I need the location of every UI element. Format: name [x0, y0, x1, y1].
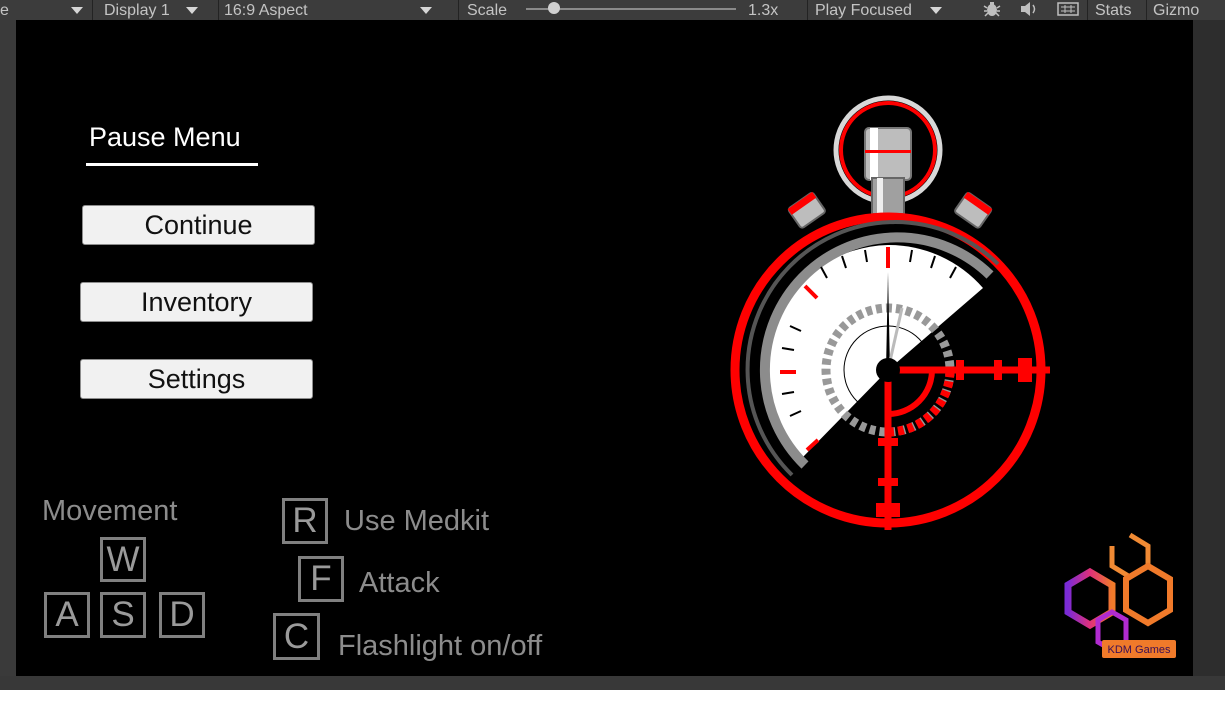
play-mode-dropdown[interactable]: Play Focused	[815, 0, 942, 20]
keyboard-icon[interactable]	[1056, 0, 1080, 18]
key-c: C	[273, 613, 320, 660]
pause-menu-title: Pause Menu	[86, 122, 258, 166]
stopwatch-icon	[730, 95, 1050, 530]
audio-icon[interactable]	[1018, 0, 1040, 18]
inventory-button[interactable]: Inventory	[80, 282, 313, 322]
gizmos-button[interactable]: Gizmo	[1153, 0, 1199, 20]
scale-value: 1.3x	[748, 1, 779, 19]
toolbar-divider	[218, 0, 219, 20]
toolbar-divider	[92, 0, 93, 20]
key-f: F	[298, 556, 344, 602]
caret-down-icon	[419, 6, 432, 14]
display-label: Display 1	[104, 1, 170, 19]
key-r: R	[282, 498, 328, 544]
game-tab-label: e	[0, 1, 9, 19]
continue-button[interactable]: Continue	[82, 205, 315, 245]
play-mode-label: Play Focused	[815, 1, 912, 19]
action-label-medkit: Use Medkit	[344, 505, 490, 537]
game-tab-dropdown[interactable]: e	[0, 0, 83, 20]
game-view-left-margin	[0, 20, 16, 676]
movement-label: Movement	[42, 495, 178, 527]
toolbar-divider	[1146, 0, 1147, 20]
game-view-right-margin	[1193, 20, 1225, 676]
caret-down-icon	[185, 6, 198, 14]
scale-label: Scale	[467, 1, 508, 19]
toolbar-divider	[458, 0, 459, 20]
settings-button[interactable]: Settings	[80, 359, 313, 399]
key-a: A	[44, 592, 90, 638]
key-d: D	[159, 592, 205, 638]
aspect-dropdown[interactable]: 16:9 Aspect	[224, 0, 432, 20]
toolbar-divider	[1087, 0, 1088, 20]
display-dropdown[interactable]: Display 1	[104, 0, 198, 20]
bug-icon[interactable]	[982, 0, 1002, 18]
scale-slider-knob[interactable]	[548, 2, 560, 14]
toolbar-divider	[807, 0, 808, 20]
key-s: S	[100, 592, 146, 638]
game-view-bottom-margin	[0, 676, 1225, 690]
action-label-flashlight: Flashlight on/off	[338, 630, 543, 662]
caret-down-icon	[929, 6, 942, 14]
logo-text: KDM Games	[1108, 644, 1171, 656]
stats-button[interactable]: Stats	[1095, 0, 1131, 20]
action-label-attack: Attack	[359, 567, 440, 599]
game-view-toolbar: e Display 1 16:9 Aspect Scale 1.3x Play …	[0, 0, 1225, 20]
aspect-label: 16:9 Aspect	[224, 1, 308, 19]
hexagon-logo-icon: KDM Games	[1064, 532, 1176, 658]
key-w: W	[100, 537, 146, 582]
caret-down-icon	[70, 6, 83, 14]
